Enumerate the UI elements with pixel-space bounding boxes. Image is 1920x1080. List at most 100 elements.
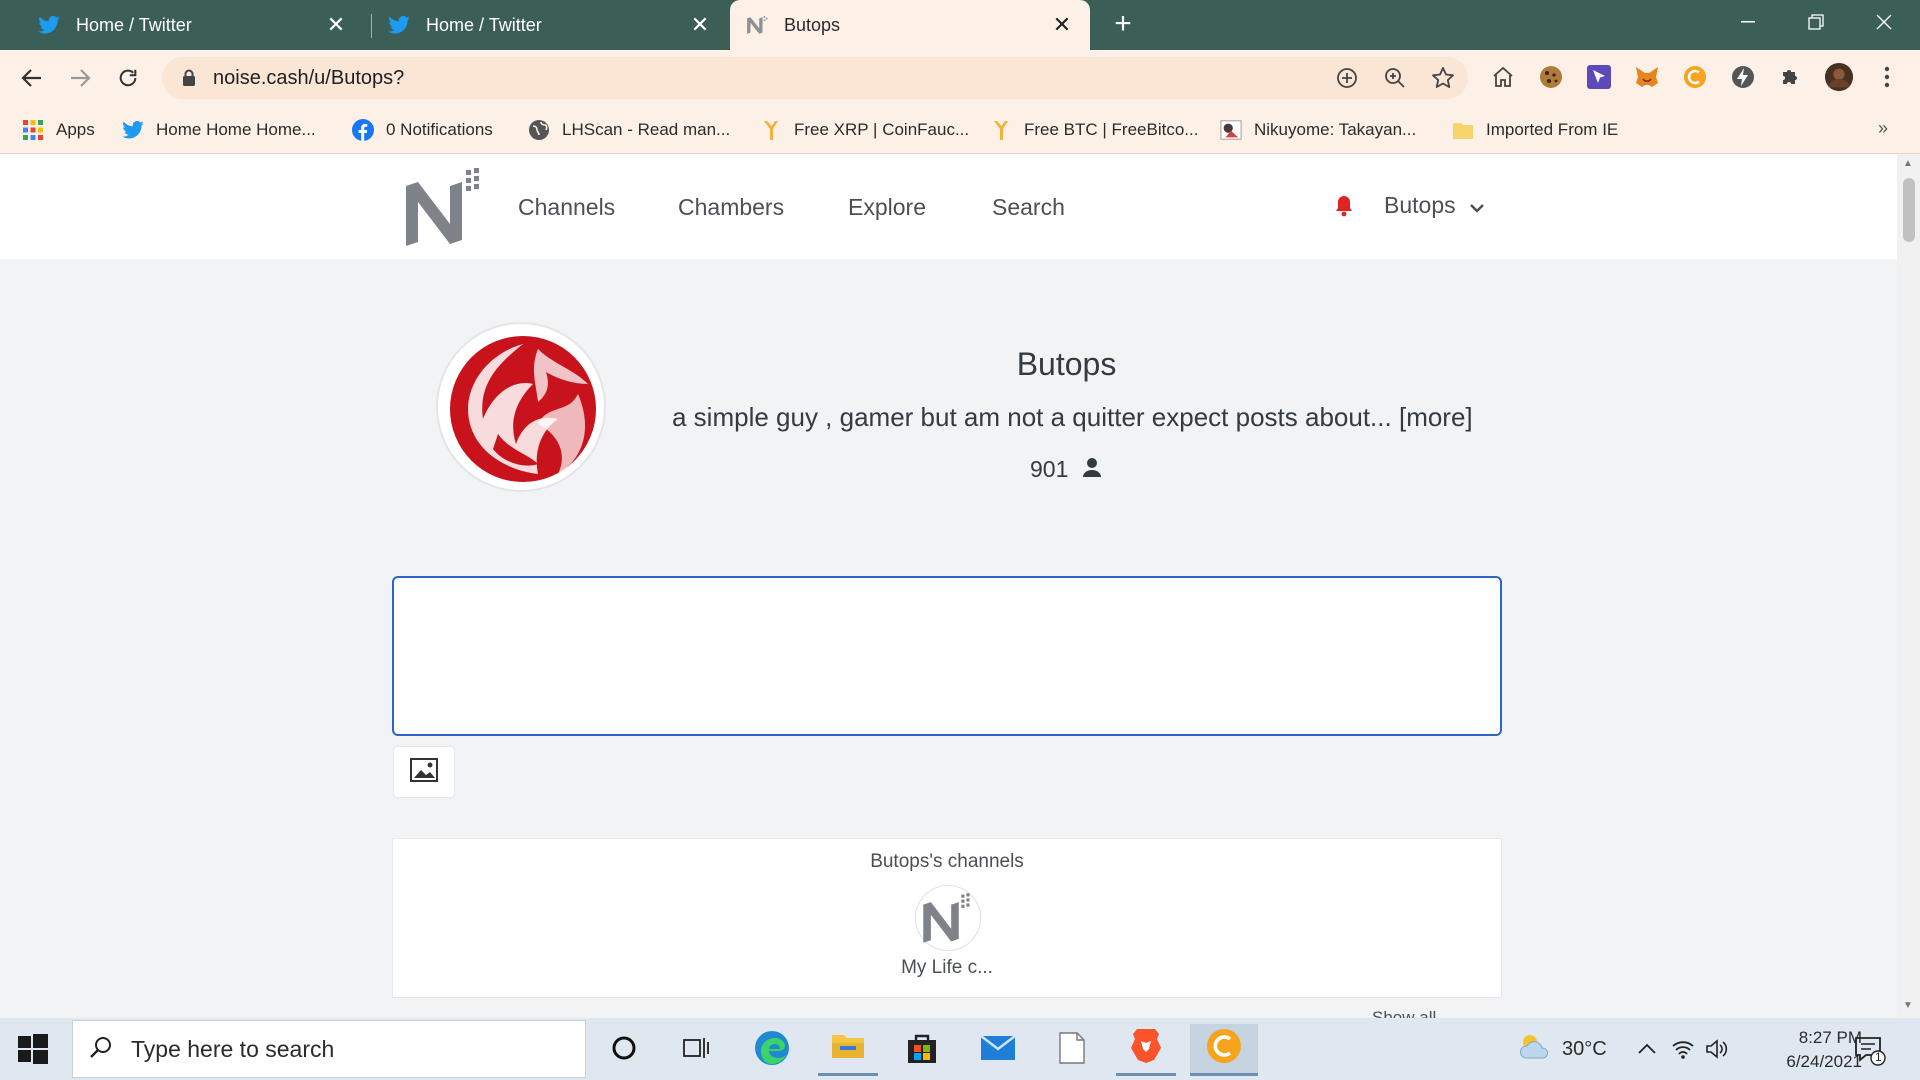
task-view-button[interactable] [666, 1024, 726, 1076]
extensions-puzzle-icon[interactable] [1776, 62, 1806, 92]
taskbar-search-box[interactable]: Type here to search [72, 1020, 586, 1078]
taskbar-clock[interactable]: 8:27 PM 6/24/2021 [1736, 1026, 1862, 1074]
cortana-button[interactable] [594, 1024, 654, 1076]
close-tab-icon[interactable]: ✕ [324, 12, 348, 37]
back-button[interactable] [16, 62, 48, 94]
chevron-down-icon [1469, 192, 1484, 219]
scroll-down-arrow-icon[interactable]: ▼ [1903, 1000, 1913, 1011]
bell-notifications-icon[interactable] [1334, 194, 1354, 223]
action-center-button[interactable]: 1 [1854, 1034, 1886, 1066]
cortana-circle-icon [611, 1035, 637, 1066]
bio-more-link[interactable]: [more] [1399, 402, 1473, 432]
nav-channels[interactable]: Channels [518, 194, 615, 221]
tab-home-twitter-1[interactable]: Home / Twitter ✕ [8, 0, 364, 50]
faucet-icon [760, 119, 782, 141]
windows-start-icon[interactable] [16, 1032, 50, 1066]
new-tab-button[interactable]: + [1108, 9, 1138, 40]
bookmark-star-icon[interactable] [1430, 65, 1456, 91]
channel-avatar[interactable] [915, 885, 981, 951]
channel-name[interactable]: My Life c... [393, 957, 1501, 979]
tab-title: Home / Twitter [76, 14, 192, 35]
follower-count[interactable]: 901 [1030, 456, 1102, 483]
coin-browser-icon [1205, 1027, 1243, 1070]
nav-explore[interactable]: Explore [848, 194, 926, 221]
zoom-icon[interactable] [1382, 65, 1408, 91]
taskbar-mail[interactable] [968, 1024, 1028, 1076]
reload-button[interactable] [112, 62, 144, 94]
profile-avatar-icon[interactable] [1824, 62, 1854, 92]
restore-button[interactable] [1782, 0, 1850, 44]
store-bag-icon [905, 1031, 939, 1070]
tab-home-twitter-2[interactable]: Home / Twitter ✕ [366, 0, 728, 50]
coin-extension-icon[interactable] [1680, 62, 1710, 92]
post-composer-textarea[interactable] [392, 576, 1502, 736]
volume-icon[interactable] [1704, 1036, 1730, 1062]
bookmark-label: Free BTC | FreeBitco... [1024, 120, 1199, 139]
cursor-extension-icon[interactable] [1584, 62, 1614, 92]
attach-image-button[interactable] [393, 746, 455, 798]
bookmark-label: Nikuyome: Takayan... [1254, 120, 1417, 139]
bookmarks-bar: Apps Home Home Home... 0 Notifications L… [0, 106, 1920, 154]
taskbar-file-explorer[interactable] [818, 1024, 878, 1076]
weather-widget[interactable]: 30°C [1518, 1032, 1607, 1066]
channels-card-title: Butops's channels [870, 851, 1024, 872]
user-menu-dropdown[interactable]: Butops [1384, 192, 1484, 219]
bookmarks-overflow-button[interactable]: » [1878, 118, 1888, 139]
bookmark-freebitcoin[interactable]: Free BTC | FreeBitco... [990, 118, 1198, 142]
document-icon [1059, 1031, 1085, 1069]
weather-temperature: 30°C [1562, 1037, 1607, 1060]
url-text: noise.cash/u/Butops? [213, 67, 405, 89]
bookmark-twitter-home[interactable]: Home Home Home... [122, 118, 316, 142]
facebook-icon [352, 119, 374, 141]
nav-chambers[interactable]: Chambers [678, 194, 784, 221]
page-scrollbar[interactable]: ▲ ▼ [1897, 154, 1920, 1018]
scroll-up-arrow-icon[interactable]: ▲ [1903, 158, 1913, 169]
apps-grid-icon [22, 119, 44, 141]
bookmark-label: Imported From IE [1486, 120, 1619, 139]
close-tab-icon[interactable]: ✕ [1050, 12, 1074, 37]
chevron-up-icon[interactable] [1634, 1036, 1660, 1062]
taskbar-brave[interactable] [1116, 1024, 1176, 1076]
address-bar[interactable]: noise.cash/u/Butops? [162, 57, 1468, 99]
bookmark-label: Home Home Home... [156, 120, 316, 139]
close-window-button[interactable] [1850, 0, 1918, 44]
bookmark-coinfaucet[interactable]: Free XRP | CoinFauc... [760, 118, 969, 142]
user-channels-card: Butops's channels My Life c... [392, 838, 1502, 998]
nav-search[interactable]: Search [992, 194, 1065, 221]
wifi-icon[interactable] [1670, 1036, 1696, 1062]
folder-icon [830, 1031, 866, 1066]
home-icon[interactable] [1488, 62, 1518, 92]
bookmark-folder-imported[interactable]: Imported From IE [1452, 118, 1618, 142]
bookmark-facebook-notifications[interactable]: 0 Notifications [352, 118, 493, 142]
bookmark-apps[interactable]: Apps [22, 118, 95, 142]
taskbar-notepad[interactable] [1042, 1024, 1102, 1076]
metamask-fox-icon[interactable] [1632, 62, 1662, 92]
lightning-extension-icon[interactable] [1728, 62, 1758, 92]
forward-button[interactable] [64, 62, 96, 94]
bookmark-lhscan[interactable]: LHScan - Read man... [528, 118, 730, 142]
bookmark-nikuyome[interactable]: Nikuyome: Takayan... [1220, 118, 1416, 142]
tab-butops[interactable]: Butops ✕ [730, 0, 1090, 50]
twitter-bird-icon [122, 119, 144, 141]
profile-name: Butops [1016, 346, 1117, 382]
noise-cash-logo[interactable] [404, 166, 486, 248]
cookie-extension-icon[interactable] [1536, 62, 1566, 92]
install-app-icon[interactable] [1334, 65, 1360, 91]
task-view-icon [682, 1036, 710, 1065]
globe-icon [528, 119, 550, 141]
scrollbar-thumb[interactable] [1903, 178, 1915, 242]
close-tab-icon[interactable]: ✕ [688, 12, 712, 37]
image-icon [410, 757, 438, 787]
taskbar-browser-active[interactable] [1190, 1024, 1258, 1076]
edge-browser-icon [753, 1029, 791, 1072]
site-header: Channels Chambers Explore Search Butops [0, 154, 1897, 259]
taskbar-edge[interactable] [742, 1024, 802, 1076]
minimize-button[interactable] [1714, 0, 1782, 44]
tab-title: Butops [784, 14, 841, 35]
taskbar-store[interactable] [892, 1024, 952, 1076]
show-all-channels-link[interactable]: Show all [1372, 1008, 1436, 1018]
page-viewport: Channels Chambers Explore Search Butops … [0, 154, 1897, 1018]
faucet-icon [990, 119, 1012, 141]
follower-count-value: 901 [1030, 456, 1069, 482]
browser-menu-icon[interactable] [1872, 62, 1902, 92]
